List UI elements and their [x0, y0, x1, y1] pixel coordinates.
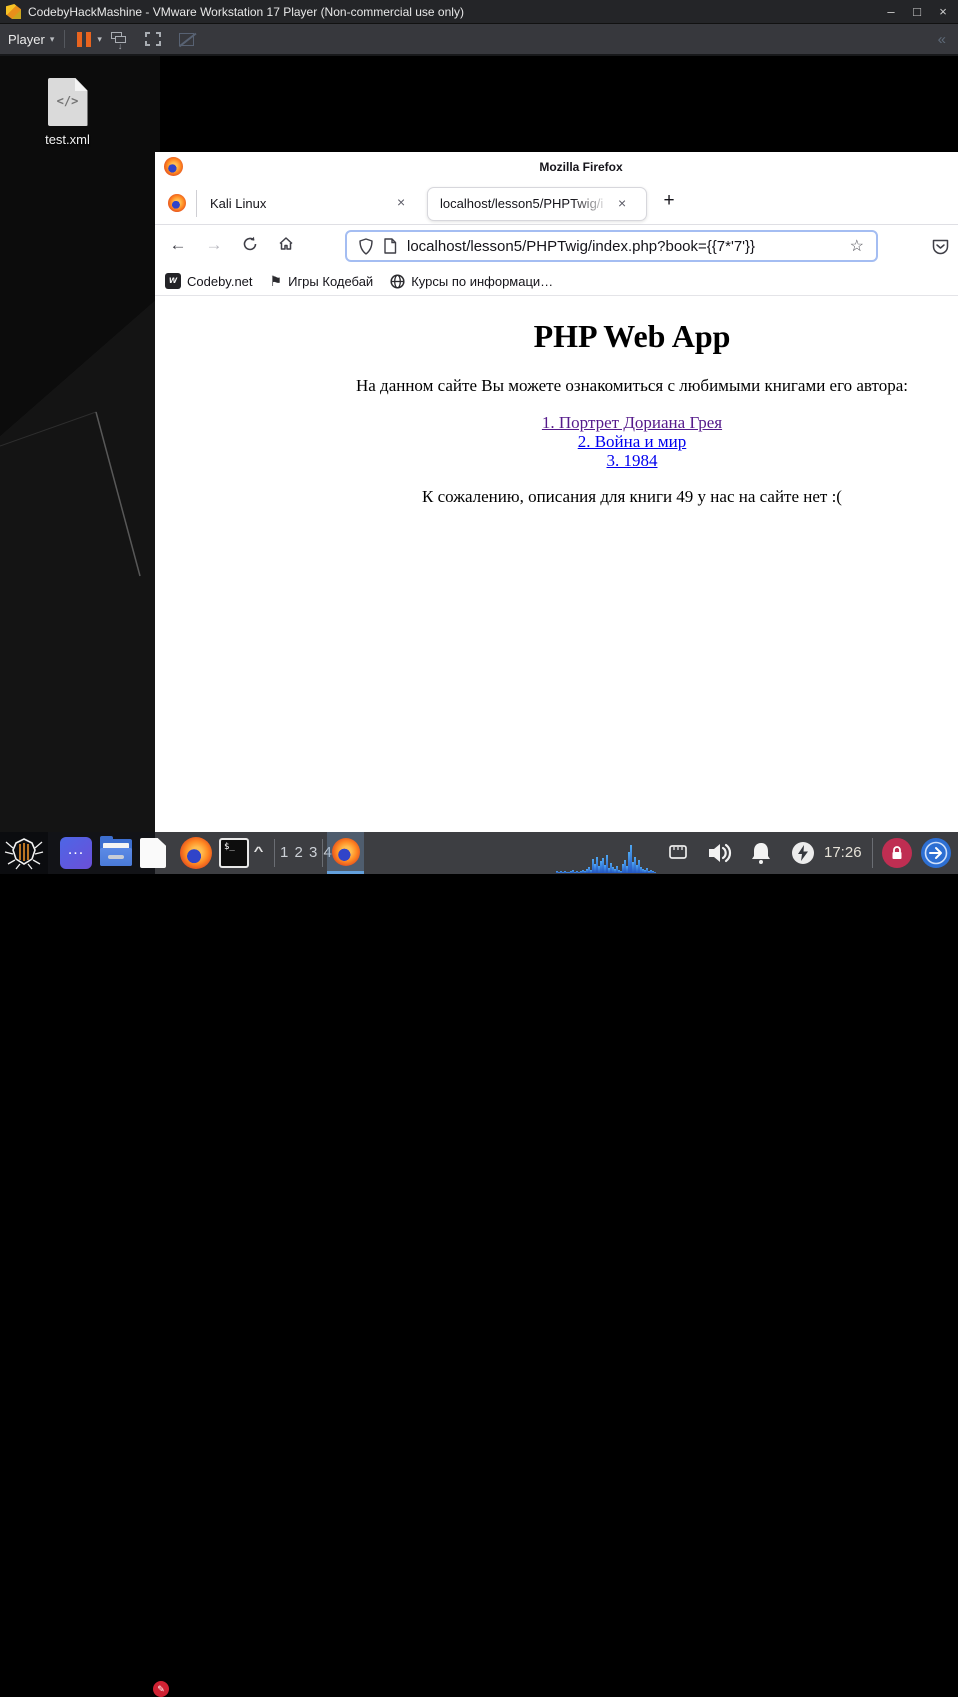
text-editor-badge-icon: ✎ [153, 1681, 169, 1697]
firefox-titlebar: Mozilla Firefox [155, 152, 958, 182]
tracking-protection-shield-icon[interactable] [358, 237, 374, 255]
vmware-toolbar: Player ▾ ▾ ↓ « [0, 24, 958, 56]
firefox-tab-favicon [168, 194, 186, 212]
session-menu-button[interactable] [921, 838, 951, 868]
taskbar: ... ✎ $_ ^ 1 2 3 4 17:26 [0, 832, 958, 1697]
codeby-favicon: w [165, 273, 181, 289]
bookmarks-toolbar: w Codeby.net ⚑ Игры Кодебай Курсы по инф… [155, 267, 958, 296]
notifications-bell-icon[interactable] [748, 840, 774, 871]
applications-menu-button[interactable] [0, 832, 48, 874]
unity-disabled-icon [178, 32, 194, 46]
caret-down-icon: ▾ [49, 33, 55, 44]
book-link-3[interactable]: 3. 1984 [607, 451, 658, 470]
tab-divider [196, 190, 197, 217]
tab-close-icon[interactable]: × [618, 195, 626, 211]
tab-bar: Kali Linux × localhost/lesson5/PHPTwig/i… [155, 182, 958, 225]
active-tab-label: localhost/lesson5/PHPTwig/i [440, 196, 604, 211]
url-bar[interactable]: localhost/lesson5/PHPTwig/index.php?book… [345, 230, 878, 262]
page-title: PHP Web App [533, 318, 731, 354]
close-button[interactable]: × [934, 3, 952, 21]
clock[interactable]: 17:26 [824, 844, 862, 861]
book-link-1[interactable]: 1. Портрет Дориана Грея [542, 413, 722, 432]
book-link-2[interactable]: 2. Война и мир [578, 432, 687, 451]
panel-divider [322, 839, 323, 867]
bookmark-star-icon[interactable]: ☆ [850, 236, 864, 256]
vmware-window-title: CodebyHackMashine - VMware Workstation 1… [28, 4, 464, 19]
forward-button: → [205, 235, 223, 254]
network-port-icon[interactable] [668, 844, 688, 865]
file-manager-icon[interactable] [100, 836, 132, 866]
bookmark-label: Codeby.net [187, 273, 253, 289]
browser-viewport: PHP Web App На данном сайте Вы можете оз… [155, 296, 958, 874]
firefox-window-title: Mozilla Firefox [539, 160, 623, 174]
tab-close-icon[interactable]: × [397, 194, 405, 210]
new-tab-button[interactable]: + [657, 190, 681, 212]
screen-lock-button[interactable] [882, 838, 912, 868]
maximize-button[interactable]: □ [908, 3, 926, 21]
not-found-text: К сожалению, описания для книги 49 у нас… [422, 487, 842, 507]
toolbar-divider [64, 30, 66, 48]
kali-dragon-icon [4, 838, 44, 870]
suspend-vm-button[interactable] [77, 31, 92, 47]
back-button[interactable]: ← [167, 235, 189, 255]
arrow-right-circle-icon [924, 841, 948, 865]
window-button-firefox-active[interactable] [327, 832, 364, 874]
bookmark-games[interactable]: ⚑ Игры Кодебай [270, 273, 374, 289]
lock-icon [892, 846, 902, 859]
app-launcher-icon[interactable]: ... [60, 837, 92, 869]
globe-icon [390, 273, 405, 289]
flag-icon: ⚑ [269, 273, 283, 289]
intro-text: На данном сайте Вы можете ознакомиться с… [355, 376, 909, 395]
firefox-launcher-icon[interactable] [180, 837, 212, 869]
desktop-icon-test-xml[interactable]: </> test.xml [20, 78, 115, 147]
panel-divider [872, 838, 873, 868]
firefox-window: Mozilla Firefox Kali Linux × localhost/l… [155, 152, 958, 874]
cycle-monitors-icon[interactable]: ↓ [110, 32, 127, 51]
network-graph [556, 832, 658, 873]
player-menu-label: Player [8, 31, 45, 47]
workspace-switcher[interactable]: 1 2 3 4 [280, 844, 333, 861]
save-to-pocket-icon[interactable] [931, 237, 950, 261]
desktop-icon-label: test.xml [45, 132, 90, 147]
tab-kali-linux[interactable]: Kali Linux [210, 196, 266, 211]
reload-icon[interactable] [239, 236, 261, 257]
url-input[interactable]: localhost/lesson5/PHPTwig/index.php?book… [407, 238, 755, 255]
tab-localhost-active[interactable]: localhost/lesson5/PHPTwig/i × [427, 187, 647, 221]
vmware-titlebar: CodebyHackMashine - VMware Workstation 1… [0, 0, 958, 24]
bookmark-courses[interactable]: Курсы по информаци… [390, 274, 553, 289]
bookmark-label: Курсы по информаци… [411, 273, 554, 289]
xml-file-icon: </> [47, 78, 88, 126]
minimize-button[interactable]: – [882, 3, 900, 21]
vmware-logo-icon [6, 4, 21, 19]
site-info-page-icon[interactable] [383, 238, 397, 254]
fullscreen-icon[interactable] [144, 32, 161, 46]
text-editor-icon[interactable] [140, 838, 166, 868]
volume-icon[interactable] [706, 840, 734, 871]
firefox-window-icon [331, 837, 360, 866]
bookmark-codeby[interactable]: w Codeby.net [165, 273, 253, 289]
navigation-toolbar: ← → localhost/lesson5/PHPTwig/index.php?… [155, 226, 958, 267]
power-manager-icon[interactable] [791, 841, 815, 870]
home-button[interactable] [275, 236, 297, 257]
web-page: PHP Web App На данном сайте Вы можете оз… [155, 318, 958, 507]
panel-expand-chevron-icon[interactable]: ^ [254, 844, 264, 858]
suspend-caret-down-icon[interactable]: ▾ [97, 34, 102, 45]
panel-divider [274, 839, 275, 867]
player-menu[interactable]: Player ▾ [8, 32, 54, 47]
bookmark-label: Игры Кодебай [288, 273, 374, 289]
collapse-toolbar-icon[interactable]: « [938, 31, 946, 48]
terminal-launcher-icon[interactable]: $_ [219, 838, 249, 868]
